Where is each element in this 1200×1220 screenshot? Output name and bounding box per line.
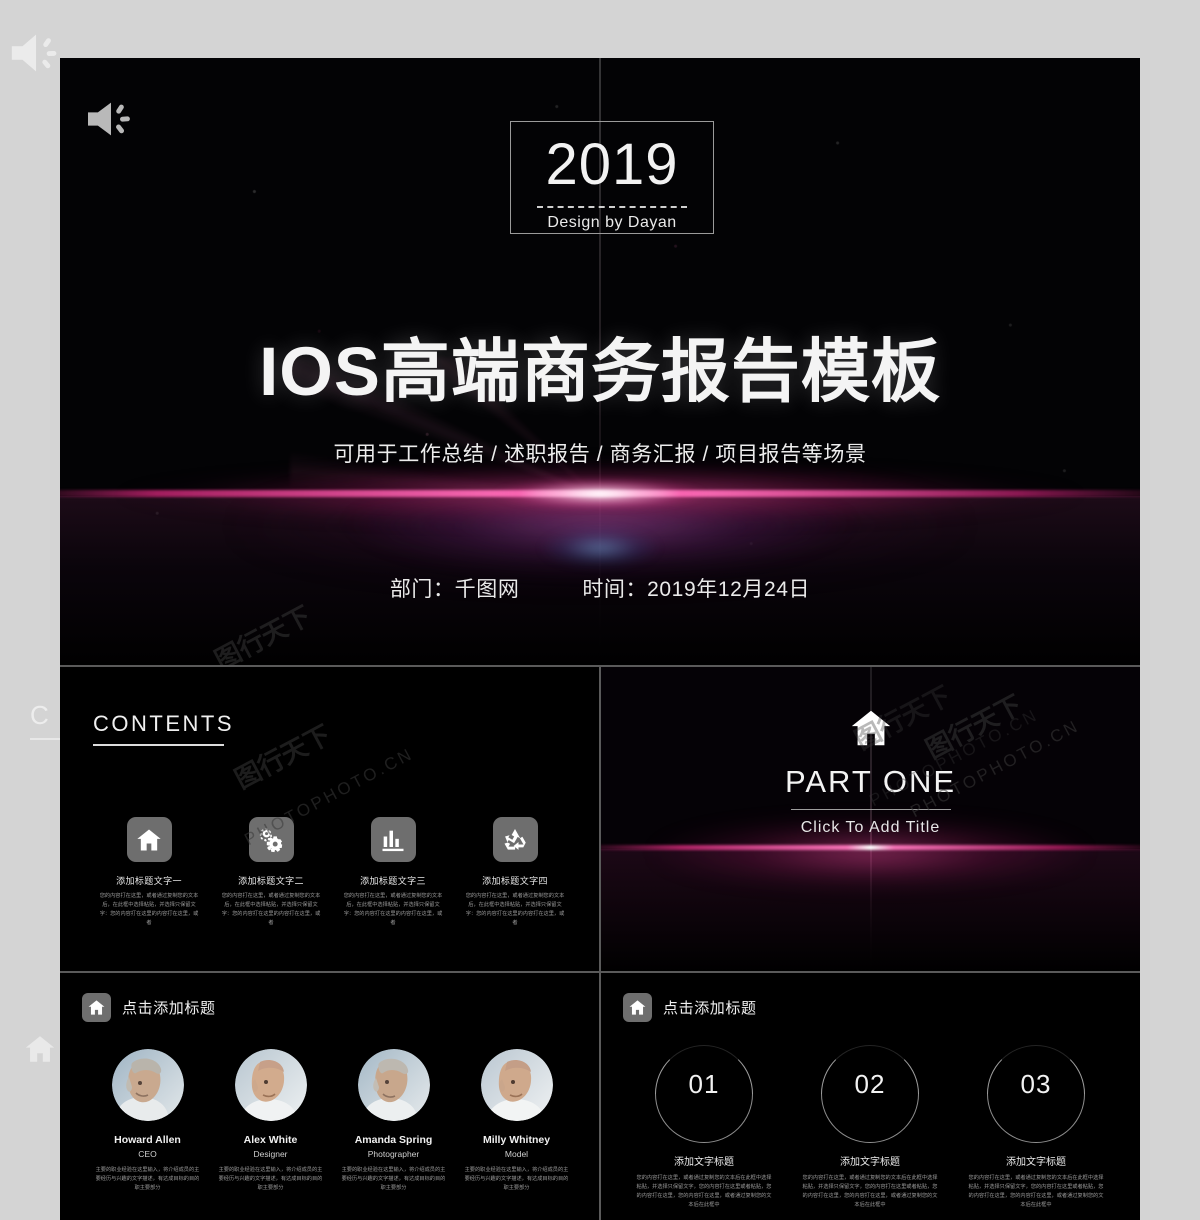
cover-flare-blue-point <box>540 528 660 568</box>
step-number: 03 <box>1020 1069 1052 1099</box>
team-member-card[interactable]: Alex White Designer 主要的职业经验在这里输入，将介绍成员的主… <box>209 1049 332 1193</box>
steps-section-title: 点击添加标题 <box>663 1000 757 1017</box>
step-body: 您的内容打在这里，或者通过复制您的文本后在此框中选择粘贴，并选择只保留文字，您的… <box>802 1175 938 1208</box>
contents-card[interactable]: 添加标题文字四 您的内容打在这里，或者通过复制您的文本后，在此框中选择粘贴，并选… <box>454 817 576 928</box>
contents-heading-underline <box>93 744 224 746</box>
slide-contents[interactable]: CONTENTS 添加标题文字一 您的内容打在这里，或者通过复制您的文本后，在此… <box>60 667 599 971</box>
avatar <box>480 1049 553 1121</box>
avatar <box>111 1049 184 1121</box>
team-member-body: 主要的职业经验在这里输入，将介绍成员的主要经历与兴趣的文字描述，有达成目标的目的… <box>341 1167 446 1191</box>
contents-card-body: 您的内容打在这里，或者通过复制您的文本后，在此框中选择粘贴，并选择只保留文字：您… <box>221 893 321 926</box>
avatar <box>234 1049 307 1121</box>
contents-card-body: 您的内容打在这里，或者通过复制您的文本后，在此框中选择粘贴，并选择只保留文字：您… <box>465 893 565 926</box>
part-one-flare-band <box>601 845 1140 850</box>
step-body: 您的内容打在这里，或者通过复制您的文本后在此框中选择粘贴，并选择只保留文字，您的… <box>968 1175 1104 1208</box>
recycle-icon <box>492 817 538 862</box>
slide-team[interactable]: 点击添加标题 Howard Allen CEO 主要的职业经验在这里输入，将介绍… <box>60 973 599 1220</box>
contents-card[interactable]: 添加标题文字一 您的内容打在这里，或者通过复制您的文本后，在此框中选择粘贴，并选… <box>88 817 210 928</box>
step-body: 您的内容打在这里，或者通过复制您的文本后在此框中选择粘贴，并选择只保留文字，您的… <box>636 1175 772 1208</box>
team-section-title: 点击添加标题 <box>122 1000 216 1017</box>
team-member-role: Photographer <box>367 1149 420 1159</box>
team-member-card[interactable]: Amanda Spring Photographer 主要的职业经验在这里输入，… <box>332 1049 455 1193</box>
part-one-subtitle: Click To Add Title <box>800 819 941 836</box>
home-icon <box>848 705 894 751</box>
team-member-name: Howard Allen <box>114 1134 181 1146</box>
contents-card[interactable]: 添加标题文字二 您的内容打在这里，或者通过复制您的文本后，在此框中选择粘贴，并选… <box>210 817 332 928</box>
team-member-card[interactable]: Milly Whitney Model 主要的职业经验在这里输入，将介绍成员的主… <box>455 1049 578 1193</box>
cover-department: 部门：千图网 <box>389 578 520 601</box>
home-icon <box>623 993 652 1022</box>
cover-meta: 部门：千图网 时间：2019年12月24日 <box>60 573 1140 603</box>
cover-flare-core <box>495 478 705 510</box>
slide-deck: 2019 Design by Dayan IOS高端商务报告模板 可用于工作总结… <box>60 58 1140 1220</box>
year-divider <box>537 206 687 208</box>
step-number: 02 <box>854 1069 886 1099</box>
team-member-role: Designer <box>253 1149 288 1159</box>
step-number: 01 <box>688 1069 720 1099</box>
team-member-card[interactable]: Howard Allen CEO 主要的职业经验在这里输入，将介绍成员的主要经历… <box>86 1049 209 1193</box>
slide-steps[interactable]: 点击添加标题 01 添加文字标题 您的内容打在这里，或者通过复制您的文本后在此框… <box>601 973 1140 1220</box>
steps-card-grid: 01 添加文字标题 您的内容打在这里，或者通过复制您的文本后在此框中选择粘贴，并… <box>621 1045 1121 1210</box>
watermark-chinese: 图行天下 <box>229 719 336 795</box>
page-title: IOS高端商务报告模板 <box>259 333 941 410</box>
step-card[interactable]: 03 添加文字标题 您的内容打在这里，或者通过复制您的文本后在此框中选择粘贴，并… <box>953 1045 1119 1210</box>
background-speaker-ghost-icon <box>6 22 68 84</box>
avatar <box>357 1049 430 1121</box>
team-member-body: 主要的职业经验在这里输入，将介绍成员的主要经历与兴趣的文字描述，有达成目标的目的… <box>464 1167 569 1191</box>
step-card[interactable]: 01 添加文字标题 您的内容打在这里，或者通过复制您的文本后在此框中选择粘贴，并… <box>621 1045 787 1210</box>
gears-icon <box>248 817 294 862</box>
cover-subtitle: 可用于工作总结 / 述职报告 / 商务汇报 / 项目报告等场景 <box>333 443 867 466</box>
step-title: 添加文字标题 <box>840 1157 900 1168</box>
slide-part-one[interactable]: PART ONE Click To Add Title 图行天下 PHOTOPH… <box>601 667 1140 971</box>
team-member-name: Amanda Spring <box>354 1134 433 1146</box>
bar-chart-icon <box>370 817 416 862</box>
background-contents-ghost-text: C <box>30 700 51 730</box>
contents-card-title: 添加标题文字四 <box>482 876 548 886</box>
year-value: 2019 <box>545 132 679 197</box>
designer-credit: Design by Dayan <box>547 214 677 231</box>
team-member-name: Alex White <box>243 1134 298 1146</box>
contents-heading: CONTENTS <box>93 711 234 736</box>
speaker-icon[interactable] <box>83 96 139 142</box>
contents-card-title: 添加标题文字二 <box>238 876 304 886</box>
team-member-body: 主要的职业经验在这里输入，将介绍成员的主要经历与兴趣的文字描述，有达成目标的目的… <box>95 1167 200 1191</box>
background-home-ghost-icon <box>22 1032 58 1066</box>
step-title: 添加文字标题 <box>1006 1157 1066 1168</box>
part-one-divider <box>790 809 951 810</box>
slide-divider-vertical-1 <box>599 667 601 971</box>
team-member-name: Milly Whitney <box>482 1134 551 1146</box>
cover-date: 时间：2019年12月24日 <box>582 578 811 601</box>
team-member-body: 主要的职业经验在这里输入，将介绍成员的主要经历与兴趣的文字描述，有达成目标的目的… <box>218 1167 323 1191</box>
contents-card-title: 添加标题文字三 <box>360 876 426 886</box>
contents-card-grid: 添加标题文字一 您的内容打在这里，或者通过复制您的文本后，在此框中选择粘贴，并选… <box>88 817 578 928</box>
slide-cover[interactable]: 2019 Design by Dayan IOS高端商务报告模板 可用于工作总结… <box>60 58 1140 665</box>
home-icon <box>82 993 111 1022</box>
team-section-header: 点击添加标题 <box>82 993 216 1022</box>
contents-card[interactable]: 添加标题文字三 您的内容打在这里，或者通过复制您的文本后，在此框中选择粘贴，并选… <box>332 817 454 928</box>
contents-card-title: 添加标题文字一 <box>116 876 182 886</box>
steps-section-header: 点击添加标题 <box>623 993 757 1022</box>
contents-card-body: 您的内容打在这里，或者通过复制您的文本后，在此框中选择粘贴，并选择只保留文字：您… <box>343 893 443 926</box>
step-card[interactable]: 02 添加文字标题 您的内容打在这里，或者通过复制您的文本后在此框中选择粘贴，并… <box>787 1045 953 1210</box>
home-icon <box>126 817 172 862</box>
step-title: 添加文字标题 <box>674 1157 734 1168</box>
team-member-role: Model <box>504 1149 529 1159</box>
team-member-role: CEO <box>138 1149 157 1159</box>
slide-divider-vertical-2 <box>599 973 601 1220</box>
part-one-title: PART ONE <box>784 764 957 799</box>
year-badge: 2019 Design by Dayan <box>510 121 714 234</box>
contents-card-body: 您的内容打在这里，或者通过复制您的文本后，在此框中选择粘贴，并选择只保留文字：您… <box>99 893 199 926</box>
team-member-grid: Howard Allen CEO 主要的职业经验在这里输入，将介绍成员的主要经历… <box>86 1049 578 1193</box>
